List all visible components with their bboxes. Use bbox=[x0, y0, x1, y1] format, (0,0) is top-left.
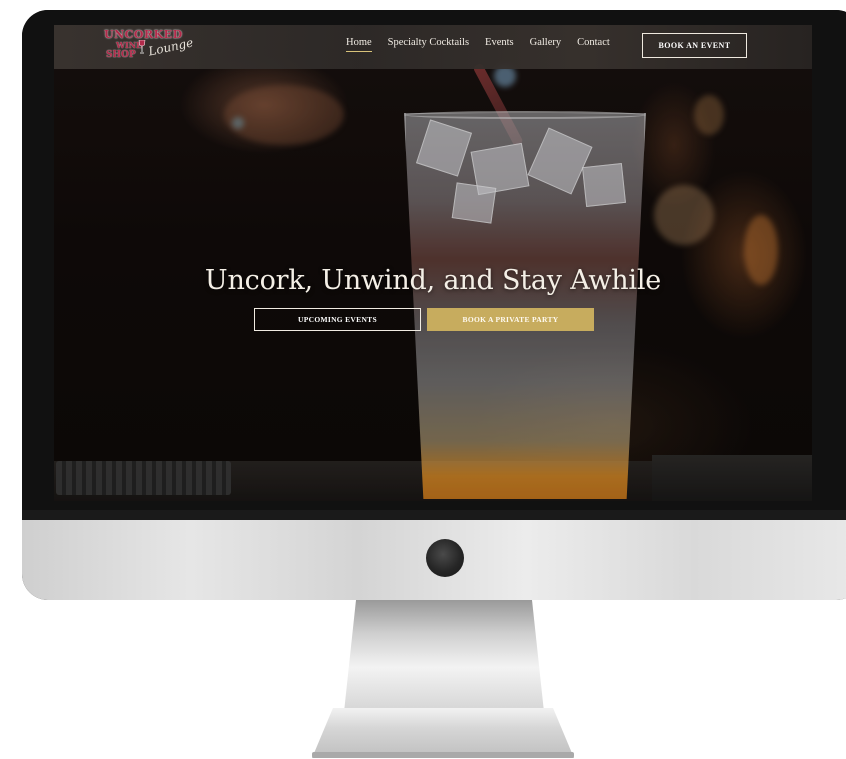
nav-link-contact[interactable]: Contact bbox=[577, 37, 610, 52]
monitor-logo-dot bbox=[426, 539, 464, 577]
nav-link-events[interactable]: Events bbox=[485, 37, 514, 52]
nav-link-gallery[interactable]: Gallery bbox=[530, 37, 562, 52]
logo-text-shop: SHOP bbox=[106, 50, 136, 60]
wine-glass-icon bbox=[138, 40, 146, 54]
site-header: UNCORKED WINE SHOP Lounge Home Specialty… bbox=[54, 25, 812, 69]
monitor-stand-neck bbox=[344, 600, 544, 712]
monitor-chin-divider bbox=[22, 510, 846, 520]
nav-link-home[interactable]: Home bbox=[346, 37, 372, 52]
monitor-stand-shadow bbox=[312, 752, 574, 758]
hero-overlay bbox=[54, 25, 812, 501]
main-navigation: Home Specialty Cocktails Events Gallery … bbox=[346, 37, 626, 52]
site-logo[interactable]: UNCORKED WINE SHOP Lounge bbox=[104, 28, 196, 64]
upcoming-events-button[interactable]: UPCOMING EVENTS bbox=[254, 308, 421, 331]
hero-title: Uncork, Unwind, and Stay Awhile bbox=[204, 265, 662, 296]
book-private-party-button[interactable]: BOOK A PRIVATE PARTY bbox=[427, 308, 594, 331]
nav-link-specialty-cocktails[interactable]: Specialty Cocktails bbox=[388, 37, 469, 52]
book-an-event-button[interactable]: BOOK AN EVENT bbox=[642, 33, 747, 58]
website-screen: UNCORKED WINE SHOP Lounge Home Specialty… bbox=[54, 25, 812, 501]
monitor-stand-base bbox=[312, 708, 574, 758]
